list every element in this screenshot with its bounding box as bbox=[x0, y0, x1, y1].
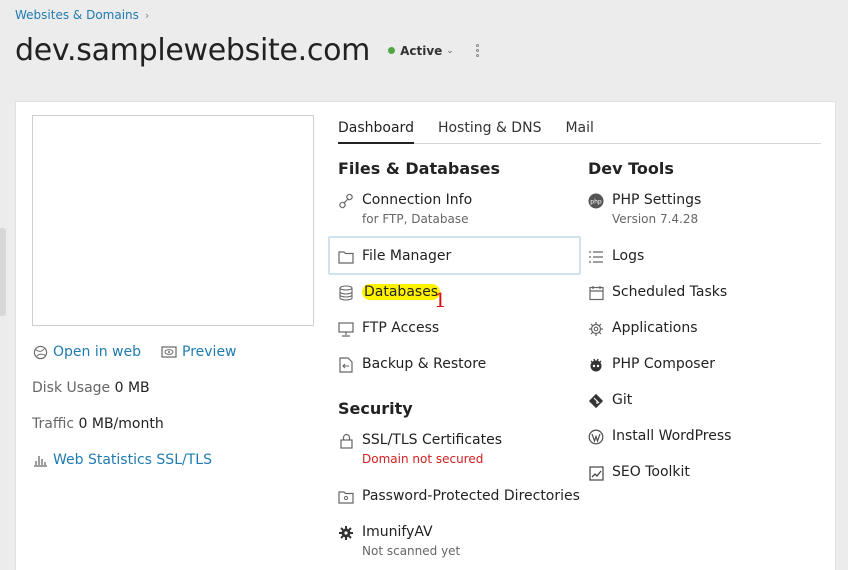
scheduled-tasks-item[interactable]: Scheduled Tasks bbox=[588, 284, 727, 301]
section-title-dev-tools: Dev Tools bbox=[588, 159, 674, 178]
list-icon bbox=[588, 249, 604, 265]
tab-bar: Dashboard Hosting & DNS Mail bbox=[338, 120, 821, 144]
wordpress-icon bbox=[588, 429, 604, 445]
backup-restore-item[interactable]: Backup & Restore bbox=[338, 356, 486, 373]
website-preview-thumbnail bbox=[32, 115, 314, 326]
section-title-security: Security bbox=[338, 399, 413, 418]
tab-dashboard[interactable]: Dashboard bbox=[338, 120, 414, 144]
ssl-status: Domain not secured bbox=[362, 452, 484, 466]
password-protected-directories-item[interactable]: Password-Protected Directories bbox=[338, 488, 580, 505]
status-label: Active bbox=[400, 43, 443, 58]
applications-label: Applications bbox=[612, 320, 698, 336]
seo-toolkit-item[interactable]: SEO Toolkit bbox=[588, 464, 690, 481]
globe-icon bbox=[32, 344, 48, 360]
connection-info-sub: for FTP, Database bbox=[362, 212, 469, 226]
bar-chart-icon bbox=[32, 452, 48, 468]
tab-mail[interactable]: Mail bbox=[565, 120, 593, 144]
title-row: dev.samplewebsite.com Active ⌄ bbox=[15, 33, 479, 68]
password-dirs-label: Password-Protected Directories bbox=[362, 488, 580, 504]
preview-link[interactable]: Preview bbox=[161, 344, 237, 360]
git-icon bbox=[588, 393, 604, 409]
install-wordpress-label: Install WordPress bbox=[612, 428, 732, 444]
preview-label: Preview bbox=[182, 344, 237, 360]
kebab-dot-icon bbox=[475, 44, 479, 47]
open-in-web-label: Open in web bbox=[53, 344, 142, 360]
chevron-down-icon: ⌄ bbox=[446, 45, 454, 56]
applications-item[interactable]: Applications bbox=[588, 320, 698, 337]
database-icon bbox=[338, 285, 354, 301]
install-wordpress-item[interactable]: Install WordPress bbox=[588, 428, 731, 445]
traffic: Traffic 0 MB/month bbox=[32, 416, 164, 432]
ftp-access-label: FTP Access bbox=[362, 320, 440, 336]
composer-icon bbox=[588, 357, 604, 373]
sidebar-collapse-handle[interactable] bbox=[0, 228, 6, 316]
imunifyav-status: Not scanned yet bbox=[362, 544, 461, 558]
file-manager-item[interactable]: File Manager bbox=[338, 248, 451, 265]
databases-item[interactable]: Databases bbox=[338, 284, 441, 301]
section-title-files-databases: Files & Databases bbox=[338, 159, 501, 178]
annotation-mark: 1 bbox=[434, 288, 447, 312]
seo-toolkit-label: SEO Toolkit bbox=[612, 464, 690, 480]
php-composer-item[interactable]: PHP Composer bbox=[588, 356, 715, 373]
php-icon: php bbox=[588, 193, 604, 209]
file-manager-label: File Manager bbox=[362, 248, 452, 264]
connection-info-label: Connection Info bbox=[362, 192, 473, 208]
eye-icon bbox=[161, 344, 177, 360]
page-title: dev.samplewebsite.com bbox=[15, 33, 371, 68]
ftp-access-item[interactable]: FTP Access bbox=[338, 320, 439, 337]
ssl-certificates-item[interactable]: SSL/TLS Certificates Domain not secured bbox=[338, 432, 502, 466]
backup-icon bbox=[338, 357, 354, 373]
lock-icon bbox=[338, 433, 354, 449]
domain-card: Open in web Preview Disk Usage 0 MB Traf… bbox=[15, 101, 836, 570]
preview-links: Open in web Preview bbox=[32, 344, 237, 360]
ssl-label: SSL/TLS Certificates bbox=[362, 432, 502, 448]
calendar-icon bbox=[588, 285, 604, 301]
logs-label: Logs bbox=[612, 248, 645, 264]
status-dropdown[interactable]: Active ⌄ bbox=[388, 44, 454, 58]
git-item[interactable]: Git bbox=[588, 392, 632, 409]
tab-hosting-dns[interactable]: Hosting & DNS bbox=[438, 120, 541, 144]
link-icon bbox=[338, 193, 354, 209]
disk-usage: Disk Usage 0 MB bbox=[32, 380, 150, 396]
disk-usage-value: 0 MB bbox=[114, 380, 150, 396]
scheduled-tasks-label: Scheduled Tasks bbox=[612, 284, 728, 300]
chevron-right-icon: › bbox=[144, 8, 150, 22]
protected-folder-icon bbox=[338, 489, 354, 505]
php-version: Version 7.4.28 bbox=[612, 212, 699, 226]
web-statistics-label: Web Statistics SSL/TLS bbox=[53, 452, 212, 468]
php-settings-label: PHP Settings bbox=[612, 192, 702, 208]
disk-usage-label: Disk Usage bbox=[32, 380, 111, 396]
backup-restore-label: Backup & Restore bbox=[362, 356, 487, 372]
databases-label: Databases bbox=[362, 284, 441, 300]
imunifyav-item[interactable]: ImunifyAV Not scanned yet bbox=[338, 524, 460, 558]
connection-info-item[interactable]: Connection Info for FTP, Database bbox=[338, 192, 472, 226]
open-in-web-link[interactable]: Open in web bbox=[32, 344, 141, 360]
status-dot-icon bbox=[388, 47, 396, 54]
ftp-icon bbox=[338, 321, 354, 337]
imunifyav-label: ImunifyAV bbox=[362, 524, 433, 540]
traffic-label: Traffic bbox=[32, 416, 75, 432]
logs-item[interactable]: Logs bbox=[588, 248, 644, 265]
breadcrumb-link-websites-domains[interactable]: Websites & Domains bbox=[15, 8, 139, 22]
folder-icon bbox=[338, 249, 354, 265]
kebab-dot-icon bbox=[475, 49, 479, 52]
git-label: Git bbox=[612, 392, 633, 408]
kebab-dot-icon bbox=[475, 54, 479, 57]
gear-icon bbox=[588, 321, 604, 337]
seo-chart-icon bbox=[588, 465, 604, 481]
php-composer-label: PHP Composer bbox=[612, 356, 715, 372]
svg-text:php: php bbox=[590, 199, 602, 206]
traffic-value: 0 MB/month bbox=[78, 416, 164, 432]
php-settings-item[interactable]: php PHP Settings Version 7.4.28 bbox=[588, 192, 701, 226]
breadcrumb: Websites & Domains › bbox=[15, 8, 149, 22]
more-actions-button[interactable] bbox=[475, 44, 479, 57]
web-statistics-link[interactable]: Web Statistics SSL/TLS bbox=[32, 452, 212, 468]
gear-shield-icon bbox=[338, 525, 354, 541]
